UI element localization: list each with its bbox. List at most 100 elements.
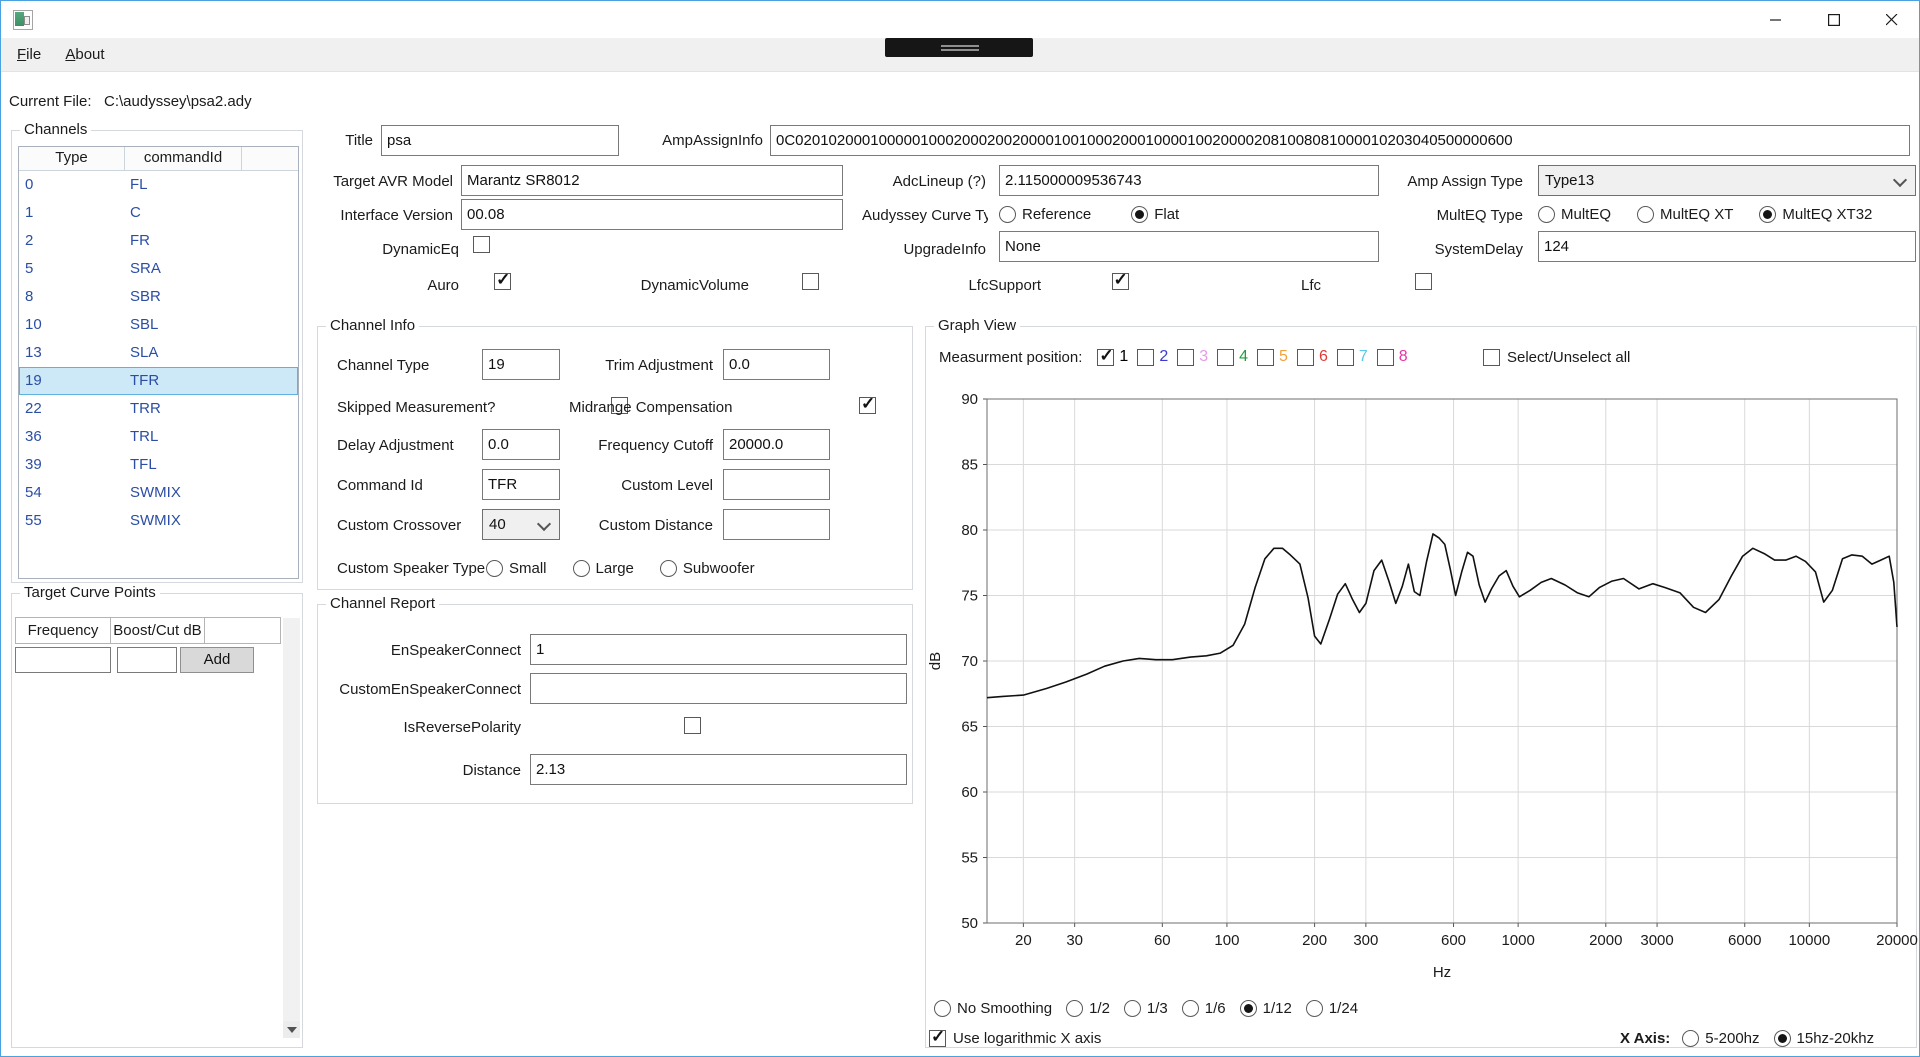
custom-crossover-combobox[interactable]: 40 [482, 509, 560, 540]
table-row[interactable]: 13SLA [19, 339, 298, 367]
radio-small[interactable]: Small [486, 560, 547, 577]
radio-icon[interactable] [1306, 1000, 1323, 1017]
amp-assign-info-input[interactable]: 0C02010200010000010002000200200001001000… [770, 125, 1910, 156]
column-header-type[interactable]: Type [19, 147, 125, 170]
dynamic-volume-checkbox[interactable] [802, 273, 819, 290]
radio-icon[interactable] [1066, 1000, 1083, 1017]
amp-assign-type-combobox[interactable]: Type13 [1538, 165, 1916, 196]
table-row[interactable]: 2FR [19, 227, 298, 255]
radio-icon[interactable] [999, 206, 1016, 223]
minimize-button[interactable] [1747, 2, 1805, 38]
radio-label: MultEQ [1561, 206, 1611, 223]
table-row[interactable]: 54SWMIX [19, 479, 298, 507]
radio-icon[interactable] [1682, 1030, 1699, 1047]
boost-cut-input[interactable] [117, 647, 177, 673]
delay-adjustment-input[interactable]: 0.0 [482, 429, 560, 460]
custom-distance-input[interactable] [723, 509, 830, 540]
channels-table: Type commandId 0FL1C2FR5SRA8SBR10SBL13SL… [18, 146, 299, 579]
lfc-support-checkbox[interactable] [1112, 273, 1129, 290]
cell-commandid: FR [125, 227, 242, 255]
add-button[interactable]: Add [180, 647, 254, 673]
radio-1-6[interactable]: 1/6 [1182, 1000, 1226, 1017]
radio-reference[interactable]: Reference [999, 206, 1091, 223]
radio-label: Small [509, 560, 547, 577]
title-input[interactable]: psa [381, 125, 619, 156]
lfc-checkbox[interactable] [1415, 273, 1432, 290]
en-speaker-connect-input[interactable]: 1 [530, 634, 907, 665]
radio-icon[interactable] [1538, 206, 1555, 223]
cell-type: 19 [19, 367, 125, 395]
radio-no-smoothing[interactable]: No Smoothing [934, 1000, 1052, 1017]
table-row[interactable]: 39TFL [19, 451, 298, 479]
radio-15hz-20khz[interactable]: 15hz-20khz [1774, 1030, 1875, 1047]
column-header-boostcut[interactable]: Boost/Cut dB [111, 617, 205, 644]
trim-adjustment-input[interactable]: 0.0 [723, 349, 830, 380]
target-curve-scrollbar[interactable] [283, 618, 300, 1038]
table-row[interactable]: 1C [19, 199, 298, 227]
target-avr-model-input[interactable]: Marantz SR8012 [461, 165, 843, 196]
radio-icon[interactable] [1637, 206, 1654, 223]
radio-1-2[interactable]: 1/2 [1066, 1000, 1110, 1017]
radio-flat[interactable]: Flat [1131, 206, 1179, 223]
scrollbar-down-button[interactable] [283, 1021, 300, 1038]
radio-1-12[interactable]: 1/12 [1240, 1000, 1292, 1017]
radio-label: 5-200hz [1705, 1030, 1759, 1047]
radio-large[interactable]: Large [573, 560, 634, 577]
radio-multeq-xt32[interactable]: MultEQ XT32 [1759, 206, 1872, 223]
cell-commandid: SWMIX [125, 507, 242, 535]
cell-type: 10 [19, 311, 125, 339]
channels-table-body: 0FL1C2FR5SRA8SBR10SBL13SLA19TFR22TRR36TR… [19, 171, 298, 535]
radio-icon[interactable] [1182, 1000, 1199, 1017]
floating-toolbar[interactable] [885, 38, 1033, 57]
radio-icon[interactable] [660, 560, 677, 577]
table-row[interactable]: 10SBL [19, 311, 298, 339]
interface-version-input[interactable]: 00.08 [461, 199, 843, 230]
dynamic-eq-checkbox[interactable] [473, 236, 490, 253]
radio-icon[interactable] [1131, 206, 1148, 223]
radio-icon[interactable] [1240, 1000, 1257, 1017]
radio-multeq[interactable]: MultEQ [1538, 206, 1611, 223]
column-header-frequency[interactable]: Frequency [15, 617, 111, 644]
radio-multeq-xt[interactable]: MultEQ XT [1637, 206, 1733, 223]
command-id-input[interactable]: TFR [482, 469, 560, 500]
table-row[interactable]: 36TRL [19, 423, 298, 451]
table-row[interactable]: 0FL [19, 171, 298, 199]
custom-distance-label: Custom Distance [581, 517, 713, 535]
frequency-input[interactable] [15, 647, 111, 673]
midrange-compensation-checkbox[interactable] [859, 397, 876, 414]
close-button[interactable] [1863, 2, 1920, 38]
radio-5-200hz[interactable]: 5-200hz [1682, 1030, 1759, 1047]
x-axis-label: X Axis: [1620, 1030, 1670, 1047]
channel-type-input[interactable]: 19 [482, 349, 560, 380]
radio-1-3[interactable]: 1/3 [1124, 1000, 1168, 1017]
radio-label: MultEQ XT [1660, 206, 1733, 223]
menu-file[interactable]: File [7, 44, 51, 65]
radio-subwoofer[interactable]: Subwoofer [660, 560, 755, 577]
maximize-button[interactable] [1805, 2, 1863, 38]
frequency-cutoff-input[interactable]: 20000.0 [723, 429, 830, 460]
radio-icon[interactable] [573, 560, 590, 577]
radio-1-24[interactable]: 1/24 [1306, 1000, 1358, 1017]
radio-icon[interactable] [1759, 206, 1776, 223]
radio-icon[interactable] [1124, 1000, 1141, 1017]
table-row[interactable]: 5SRA [19, 255, 298, 283]
column-header-filler [242, 147, 298, 170]
table-row[interactable]: 55SWMIX [19, 507, 298, 535]
table-row[interactable]: 22TRR [19, 395, 298, 423]
system-delay-input[interactable]: 124 [1538, 231, 1916, 262]
adc-lineup-input[interactable]: 2.115000009536743 [999, 165, 1379, 196]
auro-checkbox[interactable] [494, 273, 511, 290]
table-row[interactable]: 19TFR [19, 367, 298, 395]
custom-level-input[interactable] [723, 469, 830, 500]
column-header-commandid[interactable]: commandId [125, 147, 242, 170]
radio-icon[interactable] [486, 560, 503, 577]
table-row[interactable]: 8SBR [19, 283, 298, 311]
menu-about[interactable]: About [55, 44, 114, 65]
log-x-checkbox[interactable] [929, 1030, 946, 1047]
upgrade-info-input[interactable]: None [999, 231, 1379, 262]
distance-input[interactable]: 2.13 [530, 754, 907, 785]
radio-icon[interactable] [934, 1000, 951, 1017]
radio-icon[interactable] [1774, 1030, 1791, 1047]
is-reverse-polarity-checkbox[interactable] [684, 717, 701, 734]
custom-en-speaker-connect-input[interactable] [530, 673, 907, 704]
